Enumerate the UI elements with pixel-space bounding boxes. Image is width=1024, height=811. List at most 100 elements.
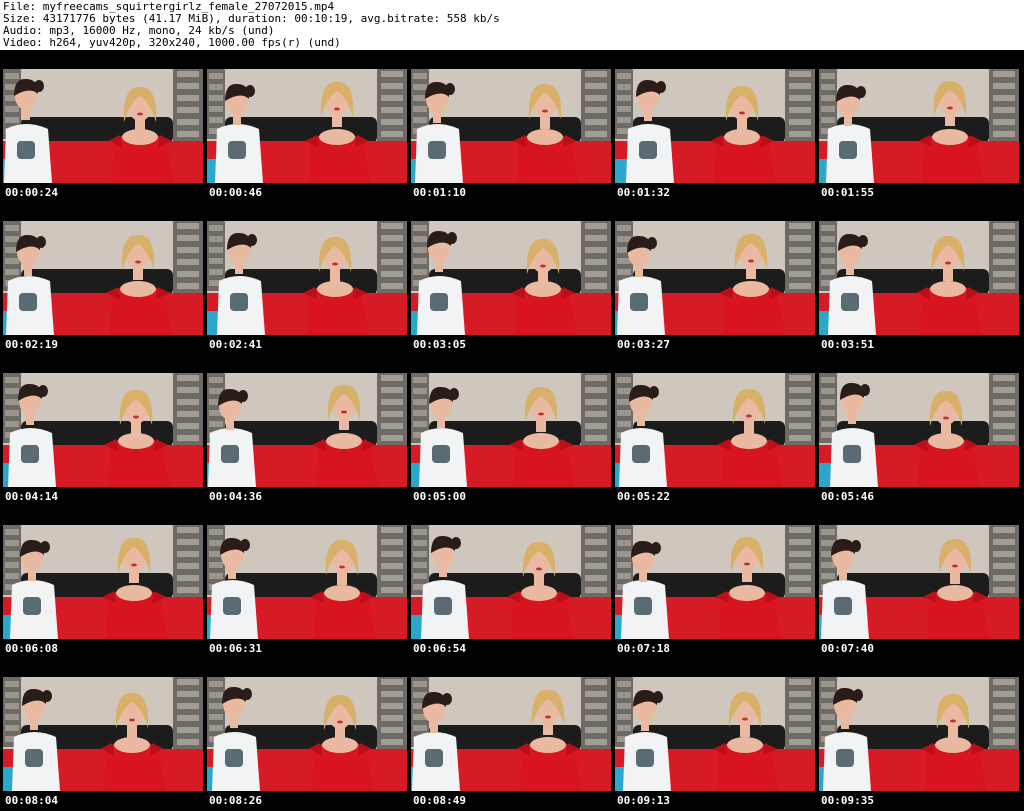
frame-timestamp: 00:08:26 bbox=[209, 794, 262, 807]
contact-sheet: File: myfreecams_squirtergirlz_female_27… bbox=[0, 0, 1024, 811]
video-frame-thumbnail bbox=[207, 69, 407, 183]
thumbnail-cell[interactable]: 00:01:32 bbox=[615, 50, 815, 202]
frame-image bbox=[819, 221, 1019, 335]
frame-timestamp: 00:09:13 bbox=[617, 794, 670, 807]
video-frame-thumbnail bbox=[615, 69, 815, 183]
frame-timestamp: 00:07:18 bbox=[617, 642, 670, 655]
file-info-header: File: myfreecams_squirtergirlz_female_27… bbox=[0, 0, 1024, 50]
frame-timestamp: 00:03:27 bbox=[617, 338, 670, 351]
video-frame-thumbnail bbox=[819, 677, 1019, 791]
thumbnail-cell[interactable]: 00:08:26 bbox=[207, 658, 407, 810]
frame-image bbox=[3, 677, 203, 791]
frame-timestamp: 00:04:36 bbox=[209, 490, 262, 503]
thumbnail-grid: 00:00:24 00:00:46 00:01:10 00:01:32 00:01:55… bbox=[0, 50, 1024, 811]
frame-image bbox=[3, 525, 203, 639]
video-frame-thumbnail bbox=[819, 69, 1019, 183]
video-frame-thumbnail bbox=[411, 677, 611, 791]
frame-timestamp: 00:06:31 bbox=[209, 642, 262, 655]
frame-image bbox=[819, 525, 1019, 639]
frame-timestamp: 00:02:19 bbox=[5, 338, 58, 351]
thumbnail-cell[interactable]: 00:03:05 bbox=[411, 202, 611, 354]
frame-image bbox=[615, 69, 815, 183]
video-frame-thumbnail bbox=[207, 677, 407, 791]
frame-timestamp: 00:01:32 bbox=[617, 186, 670, 199]
frame-image bbox=[411, 221, 611, 335]
frame-image bbox=[411, 69, 611, 183]
thumbnail-cell[interactable]: 00:05:00 bbox=[411, 354, 611, 506]
thumbnail-cell[interactable]: 00:07:40 bbox=[819, 506, 1019, 658]
thumbnail-cell[interactable]: 00:00:46 bbox=[207, 50, 407, 202]
frame-timestamp: 00:05:46 bbox=[821, 490, 874, 503]
video-frame-thumbnail bbox=[3, 525, 203, 639]
video-frame-thumbnail bbox=[3, 677, 203, 791]
frame-timestamp: 00:01:10 bbox=[413, 186, 466, 199]
frame-timestamp: 00:09:35 bbox=[821, 794, 874, 807]
video-frame-thumbnail bbox=[207, 221, 407, 335]
video-info-line: Video: h264, yuv420p, 320x240, 1000.00 f… bbox=[3, 36, 341, 49]
thumbnail-cell[interactable]: 00:08:49 bbox=[411, 658, 611, 810]
frame-timestamp: 00:01:55 bbox=[821, 186, 874, 199]
thumbnail-cell[interactable]: 00:01:10 bbox=[411, 50, 611, 202]
frame-timestamp: 00:05:00 bbox=[413, 490, 466, 503]
frame-image bbox=[411, 677, 611, 791]
video-frame-thumbnail bbox=[207, 373, 407, 487]
frame-image bbox=[615, 221, 815, 335]
thumbnail-cell[interactable]: 00:01:55 bbox=[819, 50, 1019, 202]
frame-image bbox=[207, 69, 407, 183]
thumbnail-cell[interactable]: 00:09:13 bbox=[615, 658, 815, 810]
video-frame-thumbnail bbox=[615, 677, 815, 791]
frame-timestamp: 00:00:24 bbox=[5, 186, 58, 199]
frame-timestamp: 00:05:22 bbox=[617, 490, 670, 503]
thumbnail-cell[interactable]: 00:04:14 bbox=[3, 354, 203, 506]
thumbnail-cell[interactable]: 00:03:51 bbox=[819, 202, 1019, 354]
video-frame-thumbnail bbox=[411, 525, 611, 639]
frame-timestamp: 00:02:41 bbox=[209, 338, 262, 351]
video-frame-thumbnail bbox=[819, 525, 1019, 639]
frame-timestamp: 00:03:51 bbox=[821, 338, 874, 351]
thumbnail-cell[interactable]: 00:06:54 bbox=[411, 506, 611, 658]
thumbnail-cell[interactable]: 00:02:41 bbox=[207, 202, 407, 354]
thumbnail-cell[interactable]: 00:06:08 bbox=[3, 506, 203, 658]
frame-image bbox=[207, 373, 407, 487]
thumbnail-cell[interactable]: 00:03:27 bbox=[615, 202, 815, 354]
thumbnail-cell[interactable]: 00:06:31 bbox=[207, 506, 407, 658]
thumbnail-cell[interactable]: 00:04:36 bbox=[207, 354, 407, 506]
video-frame-thumbnail bbox=[615, 221, 815, 335]
frame-image bbox=[819, 69, 1019, 183]
thumbnail-cell[interactable]: 00:02:19 bbox=[3, 202, 203, 354]
video-frame-thumbnail bbox=[411, 221, 611, 335]
frame-timestamp: 00:06:08 bbox=[5, 642, 58, 655]
video-frame-thumbnail bbox=[615, 525, 815, 639]
frame-image bbox=[615, 677, 815, 791]
video-frame-thumbnail bbox=[3, 69, 203, 183]
frame-timestamp: 00:03:05 bbox=[413, 338, 466, 351]
video-frame-thumbnail bbox=[3, 221, 203, 335]
frame-image bbox=[207, 221, 407, 335]
frame-timestamp: 00:00:46 bbox=[209, 186, 262, 199]
frame-image bbox=[819, 677, 1019, 791]
thumbnail-cell[interactable]: 00:08:04 bbox=[3, 658, 203, 810]
frame-timestamp: 00:06:54 bbox=[413, 642, 466, 655]
frame-image bbox=[615, 373, 815, 487]
frame-timestamp: 00:07:40 bbox=[821, 642, 874, 655]
frame-image bbox=[3, 221, 203, 335]
frame-image bbox=[207, 525, 407, 639]
video-frame-thumbnail bbox=[819, 373, 1019, 487]
frame-image bbox=[3, 69, 203, 183]
video-frame-thumbnail bbox=[819, 221, 1019, 335]
frame-image bbox=[207, 677, 407, 791]
frame-image bbox=[615, 525, 815, 639]
frame-image bbox=[411, 525, 611, 639]
thumbnail-cell[interactable]: 00:09:35 bbox=[819, 658, 1019, 810]
frame-timestamp: 00:08:49 bbox=[413, 794, 466, 807]
frame-timestamp: 00:08:04 bbox=[5, 794, 58, 807]
thumbnail-cell[interactable]: 00:05:46 bbox=[819, 354, 1019, 506]
thumbnail-cell[interactable]: 00:05:22 bbox=[615, 354, 815, 506]
thumbnail-cell[interactable]: 00:00:24 bbox=[3, 50, 203, 202]
video-frame-thumbnail bbox=[3, 373, 203, 487]
frame-image bbox=[3, 373, 203, 487]
video-frame-thumbnail bbox=[411, 69, 611, 183]
frame-timestamp: 00:04:14 bbox=[5, 490, 58, 503]
video-frame-thumbnail bbox=[207, 525, 407, 639]
thumbnail-cell[interactable]: 00:07:18 bbox=[615, 506, 815, 658]
